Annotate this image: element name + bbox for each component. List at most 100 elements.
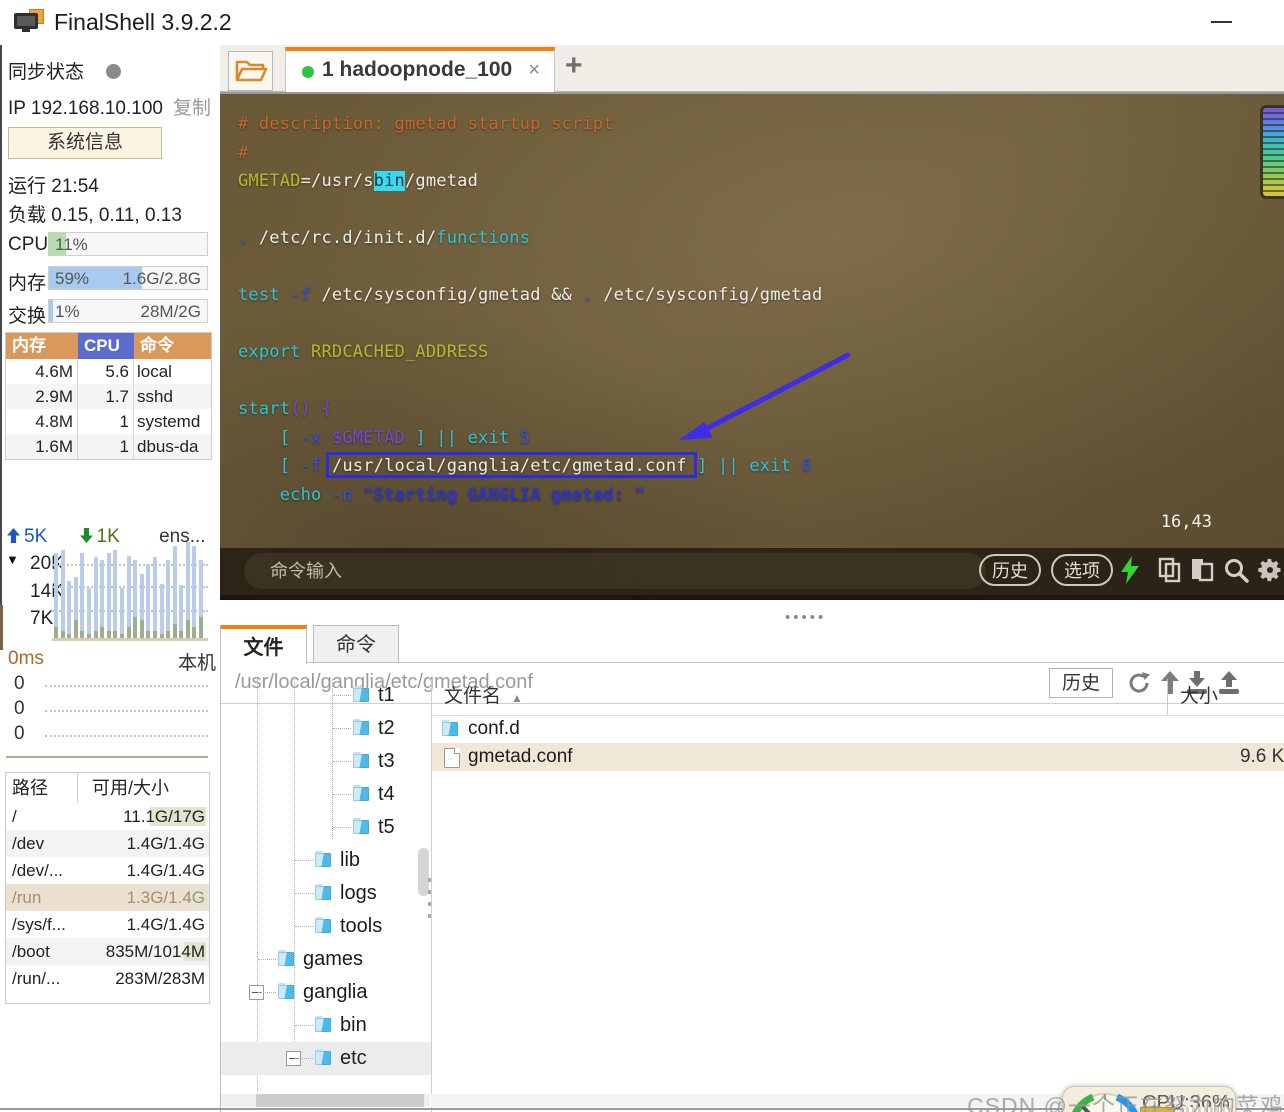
tab-files[interactable]: 文件 xyxy=(221,625,307,664)
cpu-meter: 11% xyxy=(48,232,208,256)
process-row[interactable]: 4.8M 1 systemd xyxy=(6,409,211,434)
tab-commands[interactable]: 命令 xyxy=(313,625,399,663)
horizontal-splitter[interactable]: ••••• xyxy=(220,600,1284,626)
paste-icon[interactable] xyxy=(1188,556,1216,584)
terminal[interactable]: # description: gmetad startup script # GME… xyxy=(220,92,1284,600)
disk-row[interactable]: /run 1.3G/1.4G xyxy=(6,884,209,911)
tree-item-tools[interactable]: tools xyxy=(221,910,431,943)
minimize-button[interactable] xyxy=(1211,21,1232,23)
net-bar xyxy=(159,584,164,638)
download-arrow-icon xyxy=(79,528,93,543)
csdn-watermark: CSDN @一个正在努力的菜鸡 xyxy=(967,1093,1284,1112)
process-row[interactable]: 4.6M 5.6 local xyxy=(6,359,211,384)
connection-manager-button[interactable] xyxy=(228,51,273,91)
disk-row[interactable]: /dev 1.4G/1.4G xyxy=(6,830,209,857)
tree-item-t3[interactable]: t3 xyxy=(221,745,431,778)
tree-item-t5[interactable]: t5 xyxy=(221,811,431,844)
tree-item-logs[interactable]: logs xyxy=(221,877,431,910)
file-icon xyxy=(444,748,460,768)
net-bar xyxy=(179,585,184,638)
flash-connect-icon[interactable] xyxy=(1118,556,1146,584)
disk-row[interactable]: /boot 835M/1014M xyxy=(6,938,209,965)
tree-item-bin[interactable]: bin xyxy=(221,1009,431,1042)
terminal-line: . /etc/rc.d/init.d/functions xyxy=(238,228,531,248)
session-tab-title: 1 hadoopnode_100 xyxy=(322,58,513,81)
tree-item-ganglia[interactable]: ganglia xyxy=(221,976,431,1009)
copy-ip-button[interactable]: 复制 xyxy=(173,98,211,119)
session-tab[interactable]: 1 hadoopnode_100 × xyxy=(285,47,555,92)
net-bar xyxy=(67,581,72,638)
tree-item-games[interactable]: games xyxy=(221,943,431,976)
sidebar: 同步状态 IP 192.168.10.100 复制 系统信息 运行 21:54 负… xyxy=(0,45,220,1112)
swap-meter-fill xyxy=(49,300,53,322)
folder-icon xyxy=(353,719,370,736)
tree-item-etc[interactable]: etc xyxy=(221,1042,431,1075)
disk-row[interactable]: /dev/... 1.4G/1.4G xyxy=(6,857,209,884)
disk-table-header[interactable]: 路径 可用/大小 xyxy=(6,773,209,803)
terminal-line: # xyxy=(238,142,249,163)
net-bar xyxy=(133,560,138,638)
tree-hscroll-thumb[interactable] xyxy=(256,1094,424,1107)
open-folder-icon xyxy=(235,60,268,82)
terminal-line: GMETAD=/usr/sbin/gmetad xyxy=(238,171,479,191)
history-button[interactable]: 历史 xyxy=(979,554,1041,586)
splitter-handle[interactable]: ••••• xyxy=(785,609,826,626)
disk-row[interactable]: /sys/f... 1.4G/1.4G xyxy=(6,911,209,938)
net-bar xyxy=(146,564,151,638)
sync-status: 同步状态 xyxy=(8,57,122,84)
mem-label: 内存 xyxy=(8,273,47,294)
net-bar xyxy=(172,546,177,638)
swap-label: 交换 xyxy=(8,306,47,327)
settings-gear-icon[interactable] xyxy=(1256,556,1284,584)
net-bar xyxy=(126,556,131,638)
terminal-line: export RRDCACHED_ADDRESS xyxy=(238,342,489,362)
disk-row[interactable]: /run/... 283M/283M xyxy=(6,965,209,992)
options-button[interactable]: 选项 xyxy=(1051,554,1113,586)
tree-item-t2[interactable]: t2 xyxy=(221,712,431,745)
upload-arrow-icon xyxy=(7,528,20,543)
ping-value: 0 xyxy=(14,723,25,744)
net-bar xyxy=(139,574,144,638)
net-bar xyxy=(60,550,65,638)
app-title: FinalShell 3.9.2.2 xyxy=(54,9,232,35)
folder-icon xyxy=(315,1016,332,1033)
terminal-text: # description: gmetad startup script # GME… xyxy=(238,110,822,509)
net-bar xyxy=(86,588,91,638)
search-icon[interactable] xyxy=(1222,556,1250,584)
system-info-button[interactable]: 系统信息 xyxy=(8,127,162,159)
command-input[interactable] xyxy=(244,553,986,589)
folder-icon xyxy=(353,785,370,802)
title-bar: FinalShell 3.9.2.2 xyxy=(0,0,1284,45)
new-tab-button[interactable]: + xyxy=(565,49,583,83)
net-bar xyxy=(93,557,98,638)
ping-target: 本机 xyxy=(178,653,217,674)
tree-item-t1[interactable]: t1 xyxy=(221,679,431,712)
net-bar xyxy=(106,553,111,638)
folder-icon xyxy=(315,1049,332,1066)
disk-table: 路径 可用/大小/11.1G/17G/dev 1.4G/1.4G/dev/... 1.… xyxy=(5,772,210,1004)
net-bar xyxy=(113,550,118,638)
tree-item-t4[interactable]: t4 xyxy=(221,778,431,811)
connected-status-dot xyxy=(302,66,314,78)
color-scale-widget xyxy=(1260,105,1284,199)
process-table: 内存 CPU 命令 4.6M 5.6 local 2.9M 1.7 sshd 4.8M 1 syste… xyxy=(5,332,212,460)
process-table-header[interactable]: 内存 CPU 命令 xyxy=(6,333,211,359)
net-up-value: 5K xyxy=(24,526,48,547)
terminal-line: test -f /etc/sysconfig/gmetad && . /etc/… xyxy=(238,285,823,305)
close-tab-icon[interactable]: × xyxy=(528,59,540,82)
disk-row[interactable]: /11.1G/17G xyxy=(6,803,209,830)
process-row[interactable]: 1.6M 1 dbus-da xyxy=(6,434,211,459)
tree-item-lib[interactable]: lib xyxy=(221,844,431,877)
finalshell-window: FinalShell 3.9.2.2 同步状态 IP 192.168.10.10… xyxy=(0,0,1284,1112)
mem-meter: 59% 1.6G/2.8G xyxy=(48,266,208,290)
file-list-header[interactable]: 文件名▲大小类型修改时间 xyxy=(432,679,1284,716)
file-row-conf.d[interactable]: conf.d文件夹2022/06 xyxy=(432,715,1284,743)
process-row[interactable]: 2.9M 1.7 sshd xyxy=(6,384,211,409)
copy-icon[interactable] xyxy=(1156,556,1184,584)
swap-meter: 1% 28M/2G xyxy=(48,299,208,323)
load-label: 负载 0.15, 0.11, 0.13 xyxy=(8,205,182,226)
bottom-tab-bar: 文件 命令 xyxy=(221,625,1284,664)
chevron-down-icon: ▼ xyxy=(6,552,19,567)
file-row-gmetad.conf[interactable]: gmetad.conf9.6 KBCONF 文件2022/06 xyxy=(432,743,1284,771)
